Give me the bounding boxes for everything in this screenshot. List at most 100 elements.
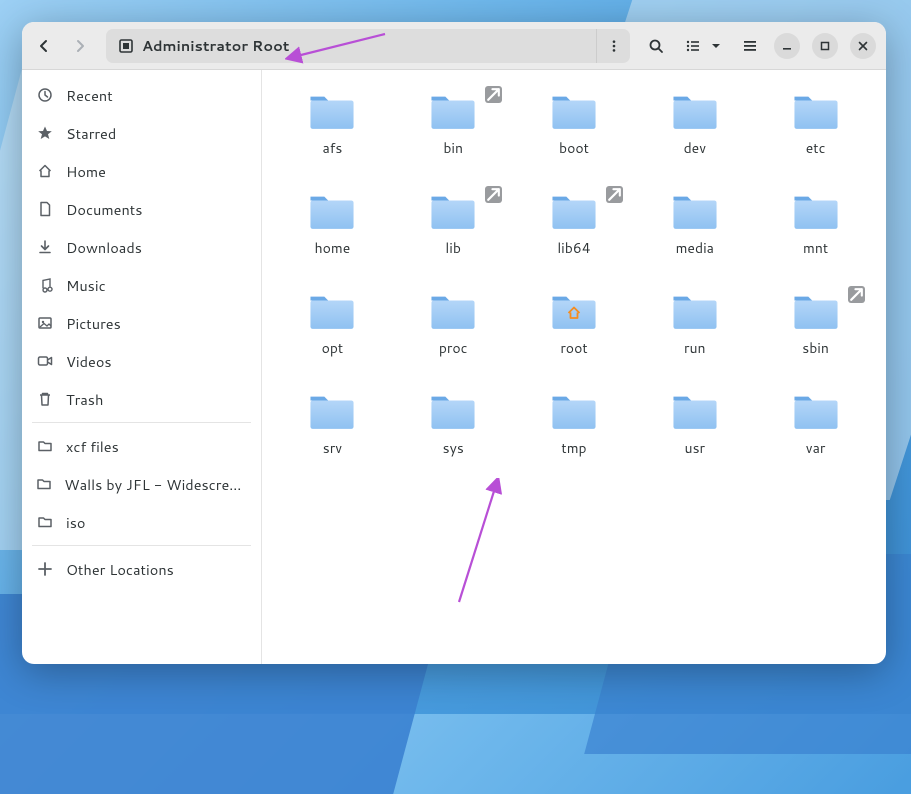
- folder-label: srv: [323, 438, 342, 458]
- folder-icon: [549, 292, 599, 332]
- sidebar-item-trash[interactable]: Trash: [22, 380, 261, 418]
- back-button[interactable]: [28, 30, 60, 62]
- folder-icon: [307, 92, 357, 132]
- folder-icon: [549, 92, 599, 132]
- view-dropdown-button[interactable]: [706, 30, 726, 62]
- folder-icon: [670, 92, 720, 132]
- folder-afs[interactable]: afs: [272, 88, 393, 188]
- folder-opt[interactable]: opt: [272, 288, 393, 388]
- sidebar-item-downloads[interactable]: Downloads: [22, 228, 261, 266]
- folder-sbin[interactable]: sbin: [755, 288, 876, 388]
- folder-label: dev: [684, 138, 706, 158]
- folder-icon: [36, 438, 54, 454]
- list-view-icon: [685, 38, 701, 54]
- folder-icon: [307, 392, 357, 432]
- folder-label: lib: [445, 238, 461, 258]
- folder-proc[interactable]: proc: [393, 288, 514, 388]
- maximize-icon: [820, 41, 830, 51]
- close-button[interactable]: [850, 33, 876, 59]
- folder-icon: [791, 92, 841, 132]
- symlink-badge-icon: [606, 186, 623, 203]
- folder-icon: [36, 514, 54, 530]
- hamburger-menu-button[interactable]: [734, 30, 766, 62]
- videos-icon: [36, 353, 54, 369]
- sidebar-bookmark[interactable]: Walls by JFL - Widescreen (…: [22, 465, 261, 503]
- symlink-badge-icon: [485, 86, 502, 103]
- folder-icon: [791, 292, 841, 332]
- folder-label: var: [806, 438, 826, 458]
- search-button[interactable]: [640, 30, 672, 62]
- home-icon: [36, 163, 54, 179]
- folder-tmp[interactable]: tmp: [514, 388, 635, 488]
- folder-label: root: [560, 338, 587, 358]
- pathbar-menu-button[interactable]: [596, 29, 630, 63]
- sidebar-item-pictures[interactable]: Pictures: [22, 304, 261, 342]
- forward-button[interactable]: [64, 30, 96, 62]
- folder-label: lib64: [557, 238, 590, 258]
- hamburger-icon: [742, 38, 758, 54]
- folder-dev[interactable]: dev: [634, 88, 755, 188]
- folder-srv[interactable]: srv: [272, 388, 393, 488]
- folder-label: sbin: [802, 338, 829, 358]
- minimize-icon: [782, 41, 792, 51]
- folder-sys[interactable]: sys: [393, 388, 514, 488]
- folder-icon: [428, 92, 478, 132]
- folder-var[interactable]: var: [755, 388, 876, 488]
- sidebar-other-locations[interactable]: Other Locations: [22, 550, 261, 588]
- folder-home[interactable]: home: [272, 188, 393, 288]
- sidebar-item-label: Trash: [66, 389, 103, 410]
- recent-icon: [36, 87, 54, 103]
- close-icon: [858, 41, 868, 51]
- folder-icon: [670, 192, 720, 232]
- folder-label: afs: [322, 138, 342, 158]
- folder-bin[interactable]: bin: [393, 88, 514, 188]
- sidebar-item-label: Walls by JFL - Widescreen (…: [64, 474, 247, 495]
- sidebar-item-videos[interactable]: Videos: [22, 342, 261, 380]
- downloads-icon: [36, 239, 54, 255]
- folder-label: etc: [806, 138, 826, 158]
- folder-icon: [428, 392, 478, 432]
- folder-label: boot: [559, 138, 589, 158]
- folder-label: proc: [439, 338, 468, 358]
- folder-etc[interactable]: etc: [755, 88, 876, 188]
- sidebar-item-recent[interactable]: Recent: [22, 76, 261, 114]
- folder-icon: [307, 292, 357, 332]
- sidebar-bookmark[interactable]: iso: [22, 503, 261, 541]
- sidebar-item-music[interactable]: Music: [22, 266, 261, 304]
- folder-lib64[interactable]: lib64: [514, 188, 635, 288]
- folder-usr[interactable]: usr: [634, 388, 755, 488]
- header-bar: Administrator Root: [22, 22, 886, 70]
- symlink-badge-icon: [848, 286, 865, 303]
- folder-label: home: [314, 238, 350, 258]
- folder-mnt[interactable]: mnt: [755, 188, 876, 288]
- view-list-button[interactable]: [680, 30, 706, 62]
- sidebar-item-starred[interactable]: Starred: [22, 114, 261, 152]
- folder-boot[interactable]: boot: [514, 88, 635, 188]
- plus-icon: [36, 561, 54, 577]
- folder-icon: [549, 192, 599, 232]
- folder-icon: [428, 292, 478, 332]
- sidebar-item-label: Home: [66, 161, 106, 182]
- minimize-button[interactable]: [774, 33, 800, 59]
- folder-root[interactable]: root: [514, 288, 635, 388]
- folder-lib[interactable]: lib: [393, 188, 514, 288]
- sidebar-item-label: Other Locations: [66, 559, 174, 580]
- sidebar-separator: [32, 422, 251, 423]
- maximize-button[interactable]: [812, 33, 838, 59]
- folder-icon: [791, 192, 841, 232]
- folder-run[interactable]: run: [634, 288, 755, 388]
- sidebar-bookmark[interactable]: xcf files: [22, 427, 261, 465]
- folder-icon: [36, 476, 52, 492]
- icon-grid[interactable]: afs bin boot dev etc home lib lib64 mediamnt opt p…: [262, 70, 886, 664]
- pictures-icon: [36, 315, 54, 331]
- folder-icon: [670, 392, 720, 432]
- folder-media[interactable]: media: [634, 188, 755, 288]
- sidebar-item-home[interactable]: Home: [22, 152, 261, 190]
- folder-icon: [670, 292, 720, 332]
- path-bar[interactable]: Administrator Root: [106, 29, 630, 63]
- sidebar-item-label: Documents: [66, 199, 142, 220]
- admin-root-icon: [118, 38, 134, 54]
- starred-icon: [36, 125, 54, 141]
- symlink-badge-icon: [485, 186, 502, 203]
- sidebar-item-documents[interactable]: Documents: [22, 190, 261, 228]
